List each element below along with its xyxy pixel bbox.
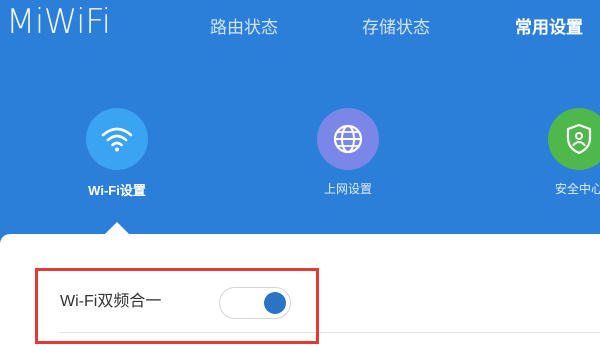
shield-icon (548, 108, 600, 170)
feature-wifi-label: Wi-Fi设置 (88, 183, 146, 198)
wifi-icon (86, 108, 148, 170)
miwifi-logo: MiWiFi (6, 2, 111, 42)
feature-security-label: 安全中心 (554, 182, 600, 196)
globe-icon (317, 108, 379, 170)
nav-storage-status[interactable]: 存储状态 (362, 16, 430, 40)
nav-router-status[interactable]: 路由状态 (210, 16, 278, 40)
feature-security-center[interactable]: 安全中心 (514, 108, 600, 197)
highlight-annotation-box (35, 268, 319, 344)
top-header: MiWiFi 路由状态 存储状态 常用设置 (0, 0, 600, 60)
feature-internet-label: 上网设置 (323, 182, 372, 196)
feature-internet-settings[interactable]: 上网设置 (283, 108, 413, 197)
nav-common-settings[interactable]: 常用设置 (515, 16, 583, 40)
feature-wifi-settings[interactable]: Wi-Fi设置 (52, 108, 182, 199)
router-admin-page: MiWiFi 路由状态 存储状态 常用设置 Wi-Fi设置 上网设置 安全中心 … (0, 0, 600, 347)
